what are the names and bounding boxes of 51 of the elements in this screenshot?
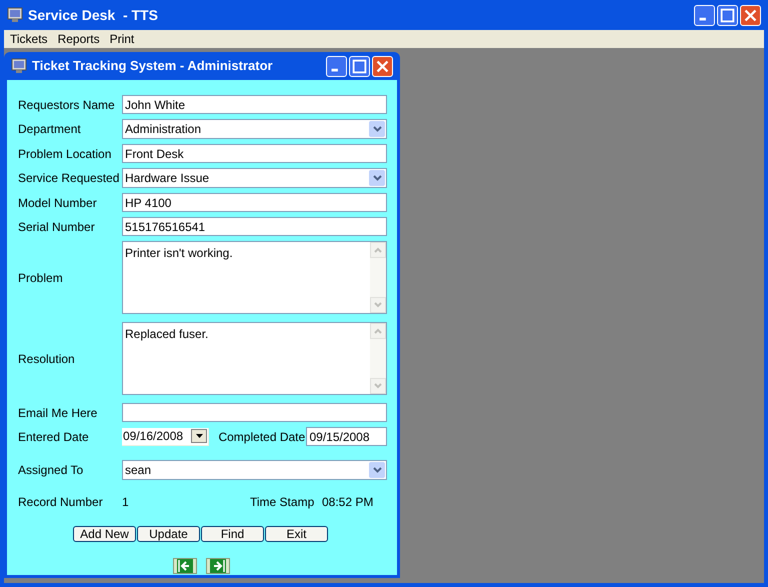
app-icon xyxy=(7,7,23,23)
timestamp: 08:52 PM xyxy=(322,494,374,511)
form-button[interactable]: Exit xyxy=(265,526,328,542)
minimize-button[interactable] xyxy=(326,56,347,76)
form-button[interactable]: Update xyxy=(137,526,200,542)
window-title: Ticket Tracking System - Administrator xyxy=(32,57,274,76)
window-title: Service Desk - TTS xyxy=(28,6,159,24)
input-field[interactable]: John White xyxy=(122,95,387,114)
field-label: Service Requested xyxy=(18,170,120,187)
field-label: Resolution xyxy=(18,350,76,368)
field-label: Problem Location xyxy=(18,146,112,162)
field-label: Entered Date xyxy=(18,428,90,446)
app-icon xyxy=(11,58,27,74)
dropdown[interactable]: Administration xyxy=(122,119,387,139)
close-icon xyxy=(376,60,389,72)
menu-item[interactable]: Tickets xyxy=(10,30,48,48)
maximize-icon xyxy=(720,8,734,22)
close-button[interactable] xyxy=(372,56,393,76)
form-button[interactable]: Add New xyxy=(73,526,136,542)
field-label: Completed Date xyxy=(218,428,306,446)
field-label: Department xyxy=(18,121,82,138)
dropdown[interactable]: Hardware Issue xyxy=(122,168,387,188)
form-button[interactable]: Find xyxy=(201,526,264,542)
close-button[interactable] xyxy=(740,4,761,26)
field-label: Serial Number xyxy=(18,218,96,236)
field-label: Record Number xyxy=(18,494,104,511)
field-label: Assigned To xyxy=(18,462,84,479)
dropdown[interactable]: sean xyxy=(122,460,387,480)
maximize-icon xyxy=(352,59,366,73)
input-field[interactable] xyxy=(122,403,387,422)
menu-item[interactable]: Print xyxy=(110,30,134,48)
field-label: Email Me Here xyxy=(18,404,98,422)
field-label: Problem xyxy=(18,270,64,286)
menu-item[interactable]: Reports xyxy=(58,30,100,48)
record-number: 1 xyxy=(122,494,130,511)
next-button[interactable] xyxy=(206,558,230,574)
minimize-icon xyxy=(700,17,706,20)
previous-button[interactable] xyxy=(173,558,197,574)
input-field[interactable]: 515176516541 xyxy=(122,217,387,236)
input-field[interactable]: 09/15/2008 xyxy=(306,427,387,446)
input-field[interactable]: HP 4100 xyxy=(122,193,387,212)
maximize-button[interactable] xyxy=(717,4,738,26)
field-label: Model Number xyxy=(18,194,98,212)
field-label: Time Stamp xyxy=(250,494,316,511)
input-field[interactable]: Front Desk xyxy=(122,144,387,163)
maximize-button[interactable] xyxy=(349,56,370,76)
minimize-icon xyxy=(332,68,338,71)
field-label: Requestors Name xyxy=(18,96,116,114)
date-picker[interactable]: 09/16/2008 xyxy=(122,428,210,446)
minimize-button[interactable] xyxy=(694,4,715,26)
close-icon xyxy=(744,8,757,22)
